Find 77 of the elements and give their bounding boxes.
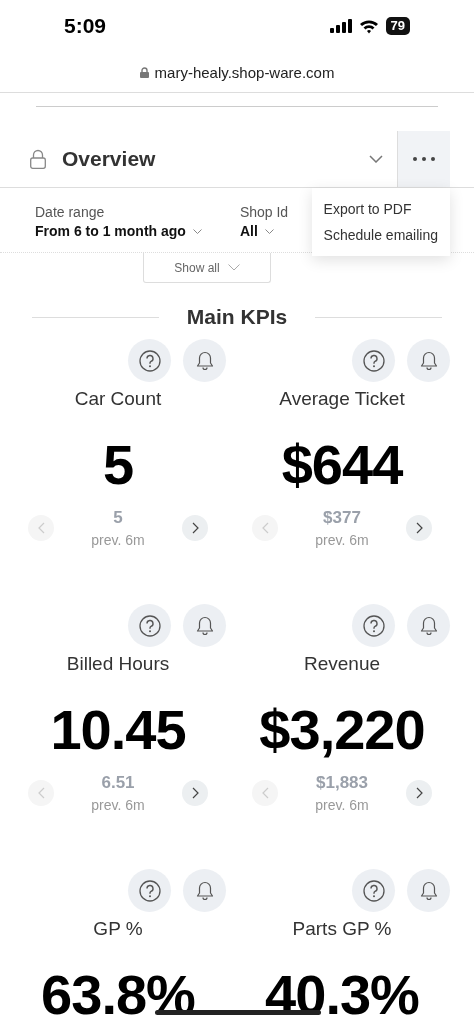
next-button[interactable] xyxy=(406,515,432,541)
kpi-value: 40.3% xyxy=(265,962,419,1027)
bell-icon xyxy=(195,615,214,636)
chevron-left-icon xyxy=(37,787,45,799)
bell-icon xyxy=(419,615,438,636)
chevron-right-icon xyxy=(415,522,423,534)
previous-value: 5 xyxy=(113,508,123,528)
chevron-down-icon xyxy=(369,155,383,163)
next-button[interactable] xyxy=(182,780,208,806)
help-icon xyxy=(362,879,385,902)
menu-item[interactable]: Schedule emailing xyxy=(311,222,450,248)
kpi-value: 5 xyxy=(102,432,134,498)
menu-item[interactable]: Export to PDF xyxy=(311,196,450,222)
bell-icon xyxy=(195,880,214,901)
notification-button[interactable] xyxy=(407,604,450,647)
more-icon xyxy=(413,157,435,161)
bell-icon xyxy=(419,350,438,371)
help-button[interactable] xyxy=(128,339,171,382)
previous-value: 6.51 xyxy=(101,773,135,793)
notification-button[interactable] xyxy=(183,869,226,912)
show-all-button[interactable]: Show all xyxy=(143,253,271,283)
previous-value: $377 xyxy=(323,508,361,528)
next-button[interactable] xyxy=(182,515,208,541)
filter-label: Shop Id xyxy=(239,204,289,220)
previous-period: prev. 6m xyxy=(315,532,369,548)
filter-label: Date range xyxy=(35,204,106,220)
kpi-value: 10.45 xyxy=(50,697,186,763)
notification-button[interactable] xyxy=(407,869,450,912)
kpi-value: $644 xyxy=(281,432,403,498)
chevron-down-icon xyxy=(227,264,240,271)
chevron-right-icon xyxy=(191,522,199,534)
kpi-title: Average Ticket xyxy=(279,388,405,410)
lock-icon xyxy=(139,66,149,78)
kpi-title: Revenue xyxy=(303,653,381,675)
chevron-left-icon xyxy=(261,522,269,534)
chevron-down-icon xyxy=(264,228,274,234)
status-time: 5:09 xyxy=(64,14,107,38)
previous-period: prev. 6m xyxy=(91,797,145,813)
wifi-icon xyxy=(358,18,379,34)
help-button[interactable] xyxy=(352,339,395,382)
bell-icon xyxy=(195,350,214,371)
chevron-down-icon xyxy=(192,228,202,234)
help-button[interactable] xyxy=(352,869,395,912)
section-title: Main KPIs xyxy=(186,305,288,329)
chevron-left-icon xyxy=(261,787,269,799)
help-button[interactable] xyxy=(128,604,171,647)
signal-icon xyxy=(329,19,352,33)
help-button[interactable] xyxy=(128,869,171,912)
chevron-left-icon xyxy=(37,522,45,534)
filter-dropdown[interactable]: From 6 to 1 month ago xyxy=(35,223,202,239)
notification-button[interactable] xyxy=(407,339,450,382)
chevron-right-icon xyxy=(415,787,423,799)
previous-period: prev. 6m xyxy=(91,532,145,548)
kpi-title: Billed Hours xyxy=(66,653,170,675)
help-icon xyxy=(362,349,385,372)
chevron-right-icon xyxy=(191,787,199,799)
dashboard-title: Overview xyxy=(62,147,157,171)
notification-button[interactable] xyxy=(183,339,226,382)
padlock-icon xyxy=(30,149,46,169)
kpi-title: Parts GP % xyxy=(292,918,392,940)
previous-value: $1,883 xyxy=(316,773,368,793)
bell-icon xyxy=(419,880,438,901)
help-icon xyxy=(362,614,385,637)
kpi-value: $3,220 xyxy=(259,697,425,763)
kpi-value: 63.8% xyxy=(41,962,195,1027)
help-icon xyxy=(138,349,161,372)
previous-period: prev. 6m xyxy=(315,797,369,813)
help-icon xyxy=(138,879,161,902)
notification-button[interactable] xyxy=(183,604,226,647)
url-text[interactable]: mary-healy.shop-ware.com xyxy=(154,63,335,81)
battery-indicator: 79 xyxy=(385,17,410,35)
next-button[interactable] xyxy=(406,780,432,806)
kpi-title: GP % xyxy=(93,918,143,940)
filter-dropdown[interactable]: All xyxy=(239,223,289,239)
kpi-title: Car Count xyxy=(74,388,162,410)
help-button[interactable] xyxy=(352,604,395,647)
help-icon xyxy=(138,614,161,637)
